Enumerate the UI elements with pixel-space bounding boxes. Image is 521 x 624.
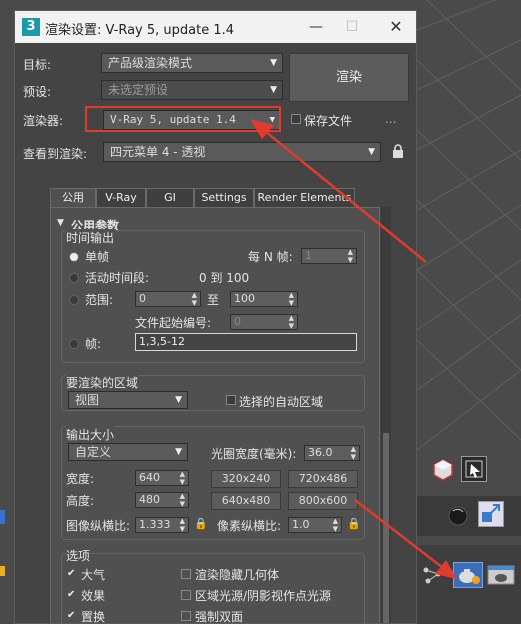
annotation-arrows	[250, 119, 457, 579]
arrow-to-render-setup	[354, 499, 448, 572]
arrow-to-renderer	[259, 126, 427, 263]
